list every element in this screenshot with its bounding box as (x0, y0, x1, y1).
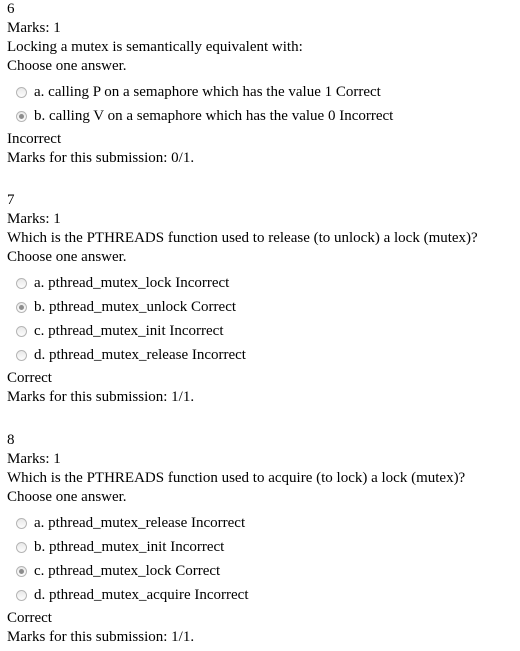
radio-button[interactable] (16, 517, 27, 529)
result-text: Correct (7, 610, 52, 626)
question-text: Which is the PTHREADS function used to a… (7, 470, 466, 486)
radio-button[interactable] (16, 541, 27, 553)
answer-option-a[interactable]: a. pthread_mutex_release Incorrect (7, 511, 517, 535)
submission-marks: Marks for this submission: 1/1. (7, 389, 195, 405)
question-marks: Marks: 1 (7, 20, 61, 36)
answer-label: b. pthread_mutex_init Incorrect (34, 539, 225, 555)
submission-marks: Marks for this submission: 0/1. (7, 150, 195, 166)
answer-option-a[interactable]: a. calling P on a semaphore which has th… (7, 80, 517, 104)
radio-button-selected[interactable] (16, 110, 27, 122)
answer-prompt: Choose one answer. (7, 489, 127, 505)
question-7: 7 Marks: 1 Which is the PTHREADS functio… (7, 191, 517, 407)
answer-list: a. pthread_mutex_lock Incorrect b. pthre… (7, 271, 517, 367)
answer-option-d[interactable]: d. pthread_mutex_acquire Incorrect (7, 583, 517, 607)
answer-label: c. pthread_mutex_lock Correct (34, 563, 221, 579)
question-text: Locking a mutex is semantically equivale… (7, 39, 303, 55)
answer-option-a[interactable]: a. pthread_mutex_lock Incorrect (7, 271, 517, 295)
answer-option-b[interactable]: b. pthread_mutex_unlock Correct (7, 295, 517, 319)
answer-prompt: Choose one answer. (7, 58, 127, 74)
answer-option-c[interactable]: c. pthread_mutex_init Incorrect (7, 319, 517, 343)
answer-option-b[interactable]: b. calling V on a semaphore which has th… (7, 104, 517, 128)
question-marks: Marks: 1 (7, 451, 61, 467)
question-8: 8 Marks: 1 Which is the PTHREADS functio… (7, 431, 517, 647)
answer-label: b. pthread_mutex_unlock Correct (34, 299, 237, 315)
answer-label: d. pthread_mutex_acquire Incorrect (34, 587, 249, 603)
answer-list: a. calling P on a semaphore which has th… (7, 80, 517, 128)
result-text: Incorrect (7, 131, 62, 147)
answer-label: a. pthread_mutex_lock Incorrect (34, 275, 230, 291)
question-text: Which is the PTHREADS function used to r… (7, 230, 478, 246)
submission-marks: Marks for this submission: 1/1. (7, 629, 195, 645)
answer-option-b[interactable]: b. pthread_mutex_init Incorrect (7, 535, 517, 559)
radio-button[interactable] (16, 589, 27, 601)
radio-button[interactable] (16, 86, 27, 98)
radio-button[interactable] (16, 325, 27, 337)
question-number: 6 (7, 1, 15, 17)
question-number: 8 (7, 432, 15, 448)
radio-button[interactable] (16, 277, 27, 289)
answer-option-d[interactable]: d. pthread_mutex_release Incorrect (7, 343, 517, 367)
answer-label: a. pthread_mutex_release Incorrect (34, 515, 246, 531)
answer-label: d. pthread_mutex_release Incorrect (34, 347, 246, 363)
radio-button-selected[interactable] (16, 565, 27, 577)
question-number: 7 (7, 192, 15, 208)
answer-label: c. pthread_mutex_init Incorrect (34, 323, 224, 339)
result-text: Correct (7, 370, 52, 386)
answer-label: b. calling V on a semaphore which has th… (34, 108, 394, 124)
question-6: 6 Marks: 1 Locking a mutex is semantical… (7, 0, 517, 168)
radio-button-selected[interactable] (16, 301, 27, 313)
answer-list: a. pthread_mutex_release Incorrect b. pt… (7, 511, 517, 607)
radio-button[interactable] (16, 349, 27, 361)
answer-option-c[interactable]: c. pthread_mutex_lock Correct (7, 559, 517, 583)
answer-label: a. calling P on a semaphore which has th… (34, 84, 381, 100)
question-marks: Marks: 1 (7, 211, 61, 227)
answer-prompt: Choose one answer. (7, 249, 127, 265)
